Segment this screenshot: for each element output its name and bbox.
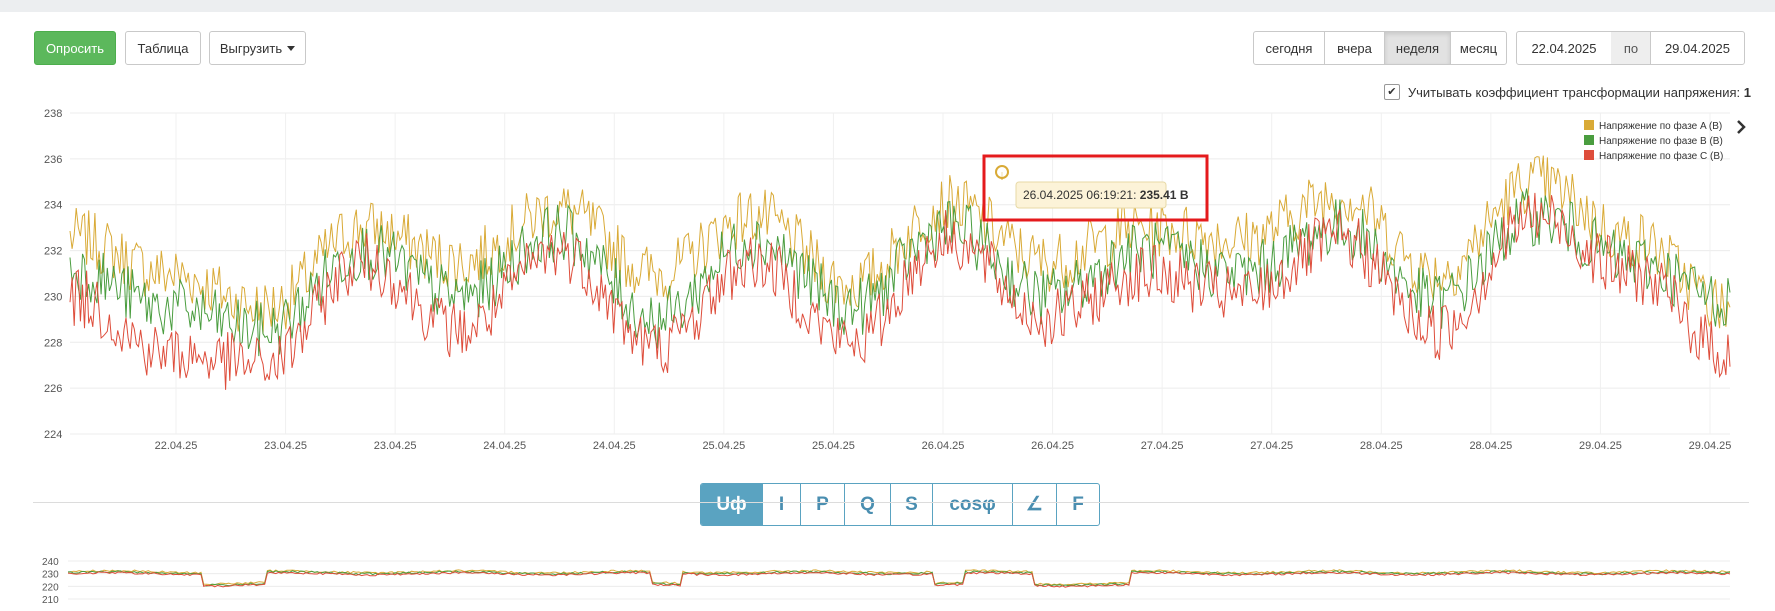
tooltip-time: 26.04.2025 06:19:21:: [1023, 188, 1136, 202]
tooltip-point-marker: [995, 165, 1009, 179]
chart-legend[interactable]: Напряжение по фазе A (В) Напряжение по фа…: [1584, 120, 1723, 162]
navigator-line-phase-b: [67, 570, 1731, 587]
section-divider: [33, 502, 1749, 503]
chevron-right-icon[interactable]: [1737, 120, 1746, 134]
navigator-line-phase-a: [67, 569, 1731, 586]
x-tick-label: 24.04.25: [593, 440, 636, 452]
navigator-line-phase-c: [67, 571, 1731, 588]
x-tick-label: 27.04.25: [1141, 440, 1184, 452]
chart-series: [69, 155, 1731, 390]
series-line-phase-a: [69, 155, 1731, 335]
x-tick-label: 26.04.25: [1031, 440, 1074, 452]
x-tick-label: 24.04.25: [483, 440, 526, 452]
y-tick-label: 234: [44, 200, 62, 212]
chart-grid: [70, 112, 1730, 435]
tab-reactive-power-label: Q: [860, 493, 875, 515]
tab-active-power-label: P: [816, 493, 829, 515]
y-axis-ticks: 224 226 228 230 232 234 236 238: [44, 108, 62, 441]
series-line-phase-b: [69, 188, 1731, 357]
tooltip-text: 26.04.2025 06:19:21: 235.41 В: [1023, 188, 1189, 202]
y-tick-label: 236: [44, 154, 62, 166]
navigator-y-tick-label: 240: [42, 557, 59, 568]
tab-apparent-power[interactable]: S: [891, 484, 933, 525]
x-tick-label: 25.04.25: [702, 440, 745, 452]
tab-power-factor[interactable]: cosφ: [933, 484, 1013, 525]
chart-tooltip: 26.04.2025 06:19:21: 235.41 В: [982, 154, 1209, 222]
tab-frequency-label: F: [1072, 493, 1084, 515]
x-tick-label: 22.04.25: [155, 440, 198, 452]
x-tick-label: 29.04.25: [1689, 440, 1732, 452]
voltage-chart: 224 226 228 230 232 234 236 238 22.04.25 23.04.2…: [44, 108, 1746, 452]
navigator-series: [67, 569, 1731, 588]
x-tick-label: 25.04.25: [812, 440, 855, 452]
tab-current[interactable]: I: [763, 484, 801, 525]
tab-angle-label: ∠: [1025, 494, 1044, 515]
legend-swatch: [1584, 135, 1594, 145]
y-tick-label: 228: [44, 337, 62, 349]
tab-phase-voltage[interactable]: Uф: [701, 484, 763, 525]
tab-angle[interactable]: ∠: [1013, 484, 1057, 525]
y-tick-label: 230: [44, 291, 62, 303]
legend-swatch: [1584, 120, 1594, 130]
y-tick-label: 238: [44, 108, 62, 120]
navigator-y-tick-label: 230: [42, 570, 59, 581]
tab-reactive-power[interactable]: Q: [845, 484, 891, 525]
legend-label: Напряжение по фазе B (В): [1599, 135, 1723, 147]
x-tick-label: 27.04.25: [1250, 440, 1293, 452]
parameter-tabs: Uф I P Q S cosφ ∠ F: [700, 483, 1100, 526]
x-axis-ticks: 22.04.25 23.04.25 23.04.25 24.04.25 24.04.25…: [155, 440, 1732, 452]
tab-current-label: I: [778, 493, 785, 515]
tooltip-value: 235.41 В: [1140, 188, 1189, 202]
x-tick-label: 28.04.25: [1360, 440, 1403, 452]
legend-label: Напряжение по фазе A (В): [1599, 120, 1722, 132]
tab-phase-voltage-label: Uф: [716, 493, 747, 515]
y-tick-label: 226: [44, 383, 62, 395]
y-tick-label: 232: [44, 246, 62, 258]
y-tick-label: 224: [44, 429, 62, 441]
tab-power-factor-label: cosφ: [949, 493, 996, 515]
tab-frequency[interactable]: F: [1057, 484, 1099, 525]
navigator-y-tick-label: 220: [42, 582, 59, 593]
x-tick-label: 26.04.25: [922, 440, 965, 452]
legend-swatch: [1584, 150, 1594, 160]
tab-active-power[interactable]: P: [801, 484, 845, 525]
navigator-y-tick-label: 210: [42, 595, 59, 606]
x-tick-label: 23.04.25: [264, 440, 307, 452]
tab-apparent-power-label: S: [905, 493, 918, 515]
legend-label: Напряжение по фазе C (В): [1599, 150, 1723, 162]
x-tick-label: 29.04.25: [1579, 440, 1622, 452]
x-tick-label: 23.04.25: [374, 440, 417, 452]
series-line-phase-c: [69, 192, 1731, 390]
x-tick-label: 28.04.25: [1469, 440, 1512, 452]
navigator-grid: [68, 560, 1730, 600]
navigator-y-axis-ticks: 210 220230 240: [42, 557, 59, 606]
